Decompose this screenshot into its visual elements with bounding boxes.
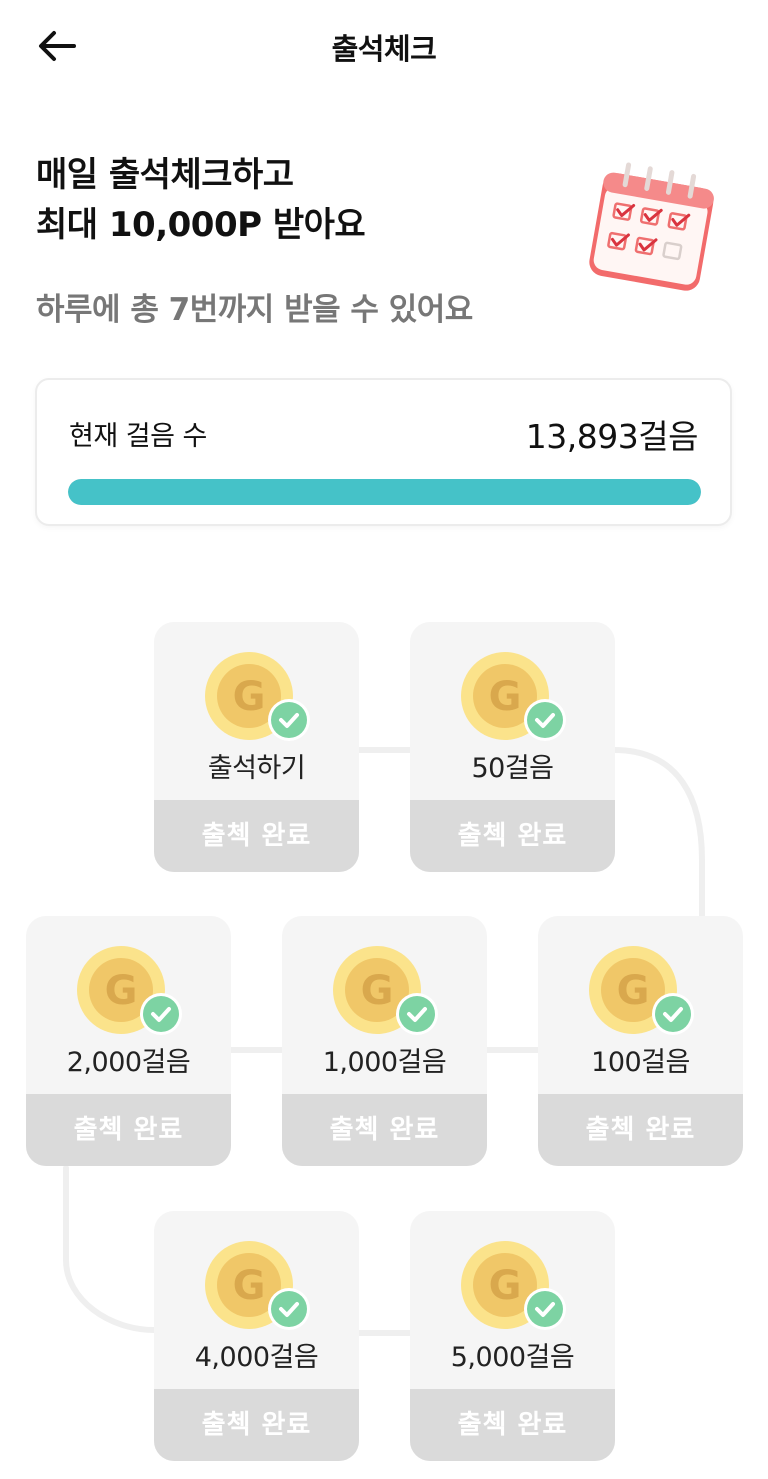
milestone-status: 출첵 완료 <box>410 800 615 872</box>
step-count-card: 현재 걸음 수 13,893걸음 <box>35 378 732 526</box>
svg-text:G: G <box>616 968 649 1014</box>
milestone-label: 2,000걸음 <box>66 1047 191 1078</box>
milestone-status: 출첵 완료 <box>154 1389 359 1461</box>
svg-text:G: G <box>232 674 265 720</box>
milestone-status: 출첵 완료 <box>282 1094 487 1166</box>
coin-badge: G <box>204 652 310 752</box>
milestone-tile-50-steps[interactable]: G 50걸음출첵 완료 <box>410 622 615 872</box>
milestone-label: 1,000걸음 <box>322 1047 447 1078</box>
milestone-status: 출첵 완료 <box>26 1094 231 1166</box>
check-circle-icon <box>267 699 310 741</box>
page-title: 출석체크 <box>331 32 437 66</box>
check-circle-icon <box>139 993 182 1035</box>
milestone-status: 출첵 완료 <box>538 1094 743 1166</box>
top-bar: 출석체크 <box>0 0 768 92</box>
hero-headline: 매일 출석체크하고 최대 10,000P 받아요 <box>36 150 366 250</box>
check-circle-icon <box>523 1288 566 1330</box>
hero-subtitle: 하루에 총 7번까지 받을 수 있어요 <box>36 292 473 328</box>
coin-badge: G <box>460 1241 566 1341</box>
step-count-label: 현재 걸음 수 <box>69 421 207 452</box>
check-circle-icon <box>651 993 694 1035</box>
milestone-status: 출첵 완료 <box>410 1389 615 1461</box>
milestone-label: 50걸음 <box>471 753 554 784</box>
milestone-tile-5000-steps[interactable]: G 5,000걸음출첵 완료 <box>410 1211 615 1461</box>
step-progress-fill <box>68 479 701 505</box>
svg-text:G: G <box>104 968 137 1014</box>
milestone-tile-100-steps[interactable]: G 100걸음출첵 완료 <box>538 916 743 1166</box>
milestone-label: 100걸음 <box>591 1047 690 1078</box>
step-count-value: 13,893걸음 <box>525 417 699 456</box>
milestone-tile-attendance[interactable]: G 출석하기출첵 완료 <box>154 622 359 872</box>
milestone-status: 출첵 완료 <box>154 800 359 872</box>
milestone-label: 출석하기 <box>207 753 306 784</box>
milestone-label: 4,000걸음 <box>194 1342 319 1373</box>
calendar-icon <box>589 162 714 291</box>
coin-badge: G <box>460 652 566 752</box>
milestone-tile-4000-steps[interactable]: G 4,000걸음출첵 완료 <box>154 1211 359 1461</box>
svg-text:G: G <box>232 1263 265 1309</box>
milestone-label: 5,000걸음 <box>450 1342 575 1373</box>
check-circle-icon <box>267 1288 310 1330</box>
coin-badge: G <box>588 946 694 1046</box>
check-circle-icon <box>523 699 566 741</box>
coin-badge: G <box>332 946 438 1046</box>
svg-text:G: G <box>488 1263 521 1309</box>
svg-text:G: G <box>488 674 521 720</box>
hero-headline-line-1: 매일 출석체크하고 <box>36 155 294 195</box>
check-circle-icon <box>395 993 438 1035</box>
milestone-tile-1000-steps[interactable]: G 1,000걸음출첵 완료 <box>282 916 487 1166</box>
milestone-tile-2000-steps[interactable]: G 2,000걸음출첵 완료 <box>26 916 231 1166</box>
hero-headline-line-2: 최대 10,000P 받아요 <box>36 205 366 245</box>
coin-badge: G <box>76 946 182 1046</box>
svg-text:G: G <box>360 968 393 1014</box>
step-progress-bar <box>68 479 701 505</box>
coin-badge: G <box>204 1241 310 1341</box>
